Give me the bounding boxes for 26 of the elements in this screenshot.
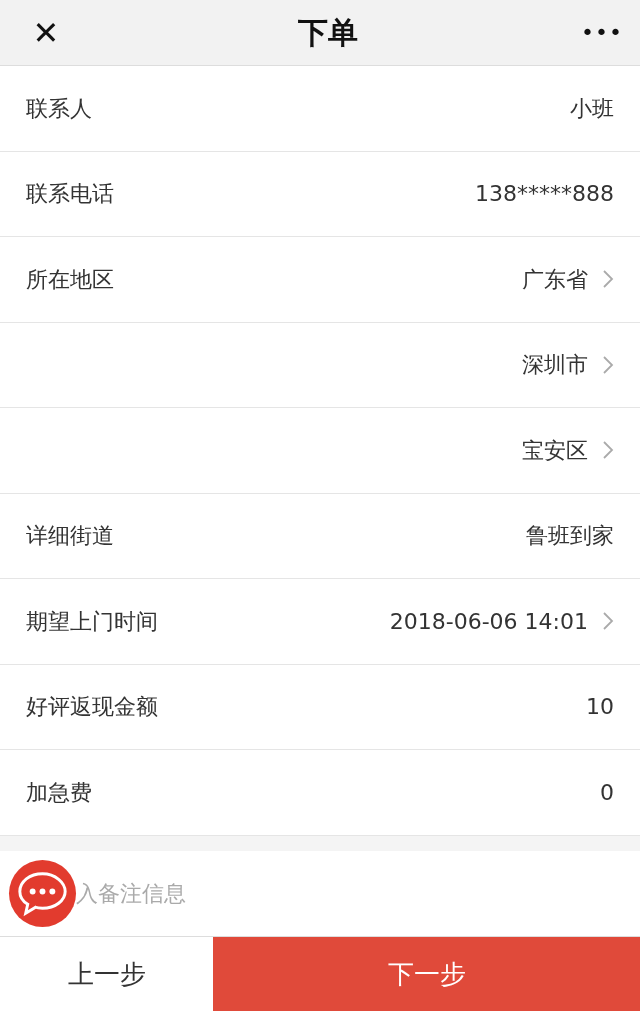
field-label: 好评返现金额	[26, 693, 158, 722]
field-value[interactable]: 宝安区	[522, 433, 588, 467]
field-label: 联系电话	[26, 180, 114, 209]
prev-button[interactable]: 上一步	[0, 937, 213, 1011]
field-label: 加急费	[26, 778, 92, 807]
field-value: 0	[600, 778, 614, 807]
field-value: 138*****888	[475, 180, 614, 209]
page-title: 下单	[298, 14, 359, 52]
chevron-icon	[602, 611, 614, 632]
next-button[interactable]: 下一步	[213, 937, 640, 1011]
field-value: 10	[586, 693, 614, 722]
field-value: 鲁班到家	[526, 522, 614, 551]
field-label: 联系人	[26, 94, 92, 123]
field-value[interactable]: 广东省	[522, 262, 588, 296]
field-label: 详细街道	[26, 522, 114, 551]
close-button[interactable]: ✕	[16, 7, 76, 58]
chevron-icon	[602, 440, 614, 461]
field-value[interactable]: 深圳市	[522, 348, 588, 382]
field-label: 期望上门时间	[26, 607, 158, 636]
more-button[interactable]: •••	[580, 15, 624, 50]
chat-button[interactable]	[8, 858, 77, 928]
chevron-icon	[602, 354, 614, 375]
field-value: 小班	[570, 94, 614, 123]
field-value[interactable]: 2018-06-06 14:01	[389, 604, 588, 638]
field-label: 所在地区	[26, 265, 114, 294]
chevron-icon	[602, 269, 614, 290]
